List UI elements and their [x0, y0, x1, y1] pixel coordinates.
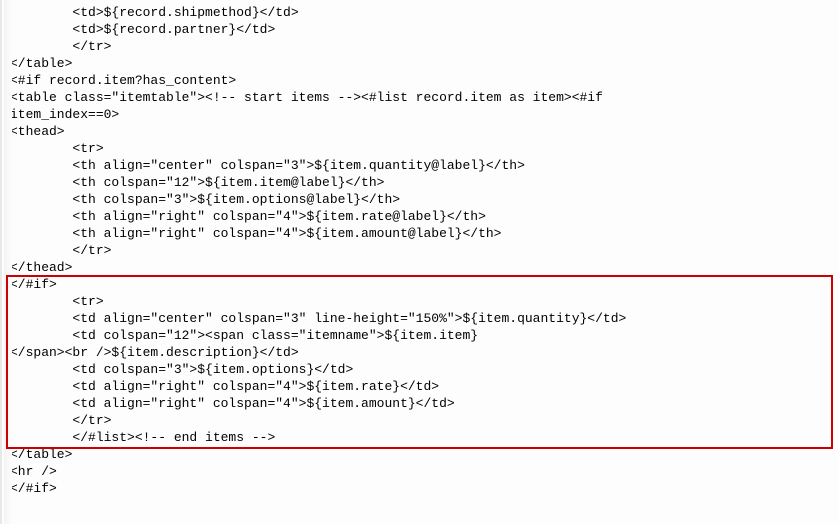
- code-line[interactable]: <td align="right" colspan="4">${item.rat…: [10, 378, 831, 395]
- code-line[interactable]: <th align="right" colspan="4">${item.amo…: [10, 225, 831, 242]
- code-line[interactable]: </#list><!-- end items -->: [10, 429, 831, 446]
- code-line[interactable]: </table>: [10, 446, 831, 463]
- code-editor-viewport: <td>${record.shipmethod}</td> <td>${reco…: [0, 0, 839, 524]
- code-line[interactable]: <#if record.item?has_content>: [10, 72, 831, 89]
- code-line[interactable]: </#if>: [10, 480, 831, 497]
- code-line[interactable]: <th align="right" colspan="4">${item.rat…: [10, 208, 831, 225]
- code-line[interactable]: <tr>: [10, 140, 831, 157]
- code-line[interactable]: <td colspan="12"><span class="itemname">…: [10, 327, 831, 344]
- code-line[interactable]: <td align="center" colspan="3" line-heig…: [10, 310, 831, 327]
- code-line[interactable]: <tr>: [10, 293, 831, 310]
- code-line[interactable]: </span><br />${item.description}</td>: [10, 344, 831, 361]
- code-line[interactable]: </tr>: [10, 38, 831, 55]
- code-block[interactable]: <td>${record.shipmethod}</td> <td>${reco…: [10, 4, 831, 497]
- code-line[interactable]: <hr />: [10, 463, 831, 480]
- code-line[interactable]: </thead>: [10, 259, 831, 276]
- code-line[interactable]: </tr>: [10, 412, 831, 429]
- code-line[interactable]: </tr>: [10, 242, 831, 259]
- code-line[interactable]: </table>: [10, 55, 831, 72]
- code-line[interactable]: <th align="center" colspan="3">${item.qu…: [10, 157, 831, 174]
- code-line[interactable]: <th colspan="3">${item.options@label}</t…: [10, 191, 831, 208]
- code-line[interactable]: <td colspan="3">${item.options}</td>: [10, 361, 831, 378]
- code-line[interactable]: <td align="right" colspan="4">${item.amo…: [10, 395, 831, 412]
- code-line[interactable]: <td>${record.partner}</td>: [10, 21, 831, 38]
- code-line[interactable]: <td>${record.shipmethod}</td>: [10, 4, 831, 21]
- code-line[interactable]: <table class="itemtable"><!-- start item…: [10, 89, 831, 106]
- code-line[interactable]: item_index==0>: [10, 106, 831, 123]
- code-line[interactable]: <thead>: [10, 123, 831, 140]
- code-line[interactable]: <th colspan="12">${item.item@label}</th>: [10, 174, 831, 191]
- code-line[interactable]: </#if>: [10, 276, 831, 293]
